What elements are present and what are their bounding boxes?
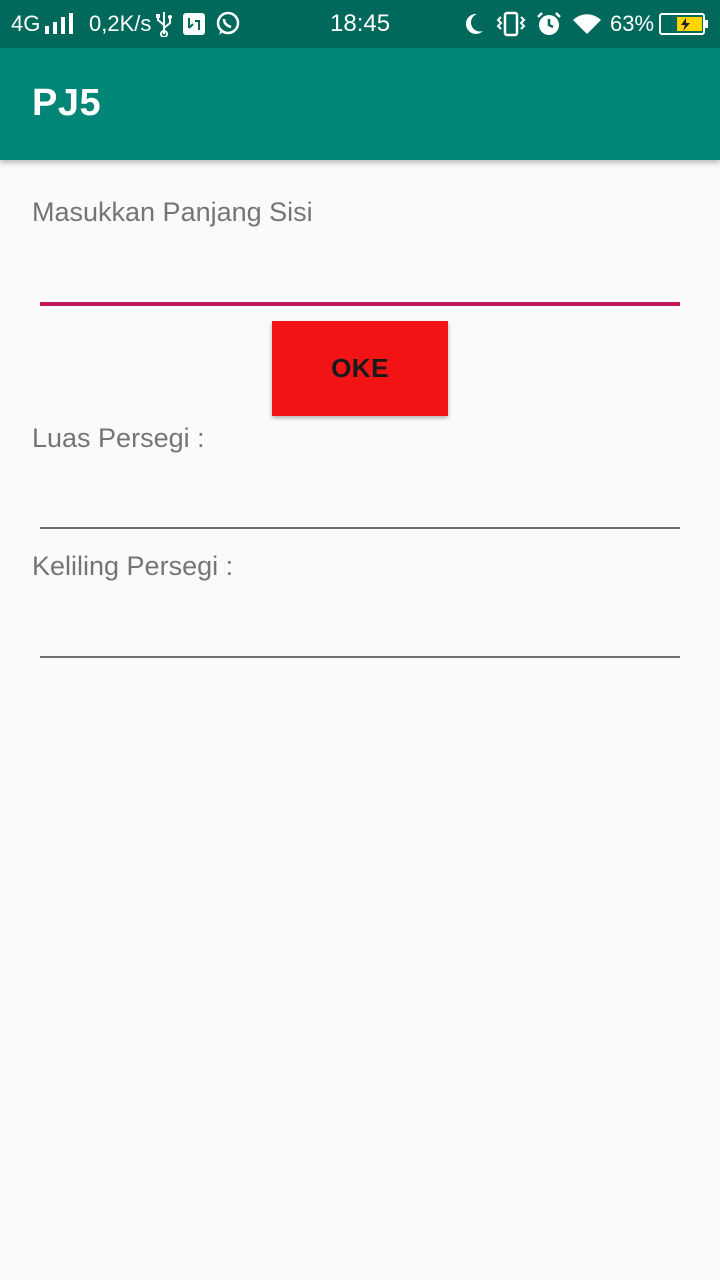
area-label: Luas Persegi : bbox=[32, 423, 205, 453]
vibrate-icon bbox=[496, 0, 526, 48]
network-type: 4G bbox=[11, 11, 41, 36]
network-speed: 0,2K/s bbox=[89, 11, 152, 36]
usb-debug-icon bbox=[182, 0, 206, 48]
perimeter-underline bbox=[40, 656, 680, 658]
ok-button[interactable]: OKE bbox=[272, 321, 448, 416]
wifi-icon bbox=[572, 0, 602, 48]
app-title: PJ5 bbox=[32, 82, 102, 124]
signal-icon bbox=[44, 0, 74, 48]
area-field[interactable] bbox=[40, 467, 680, 527]
battery-charging-icon bbox=[659, 0, 709, 48]
moon-icon bbox=[463, 0, 485, 48]
status-bar: 4G 0,2K/s 18:45 63% bbox=[0, 0, 720, 48]
alarm-icon bbox=[536, 0, 562, 48]
app-bar: PJ5 bbox=[0, 48, 720, 160]
side-length-underline bbox=[40, 302, 680, 306]
side-length-label: Masukkan Panjang Sisi bbox=[32, 197, 313, 227]
usb-icon bbox=[155, 0, 173, 48]
area-underline bbox=[40, 527, 680, 529]
perimeter-field[interactable] bbox=[40, 596, 680, 656]
whatsapp-icon bbox=[215, 0, 241, 48]
clock: 18:45 bbox=[330, 10, 391, 37]
perimeter-label: Keliling Persegi : bbox=[32, 551, 234, 581]
side-length-input[interactable] bbox=[40, 242, 680, 302]
battery-percent: 63% bbox=[610, 11, 655, 36]
